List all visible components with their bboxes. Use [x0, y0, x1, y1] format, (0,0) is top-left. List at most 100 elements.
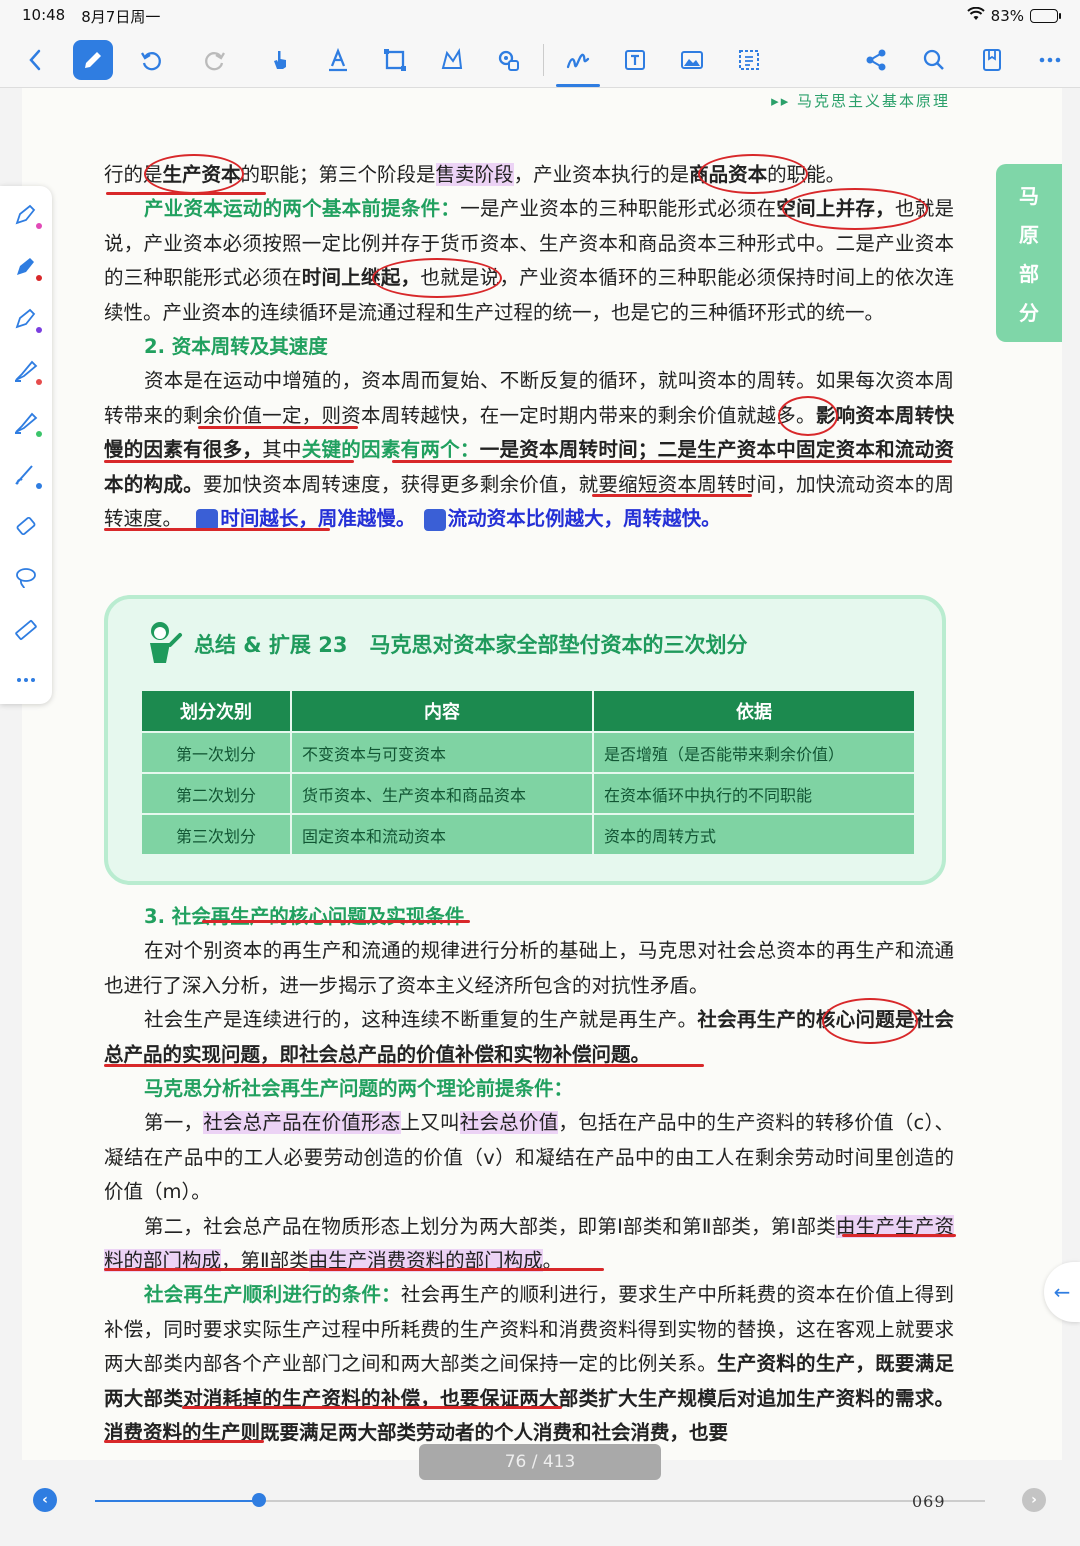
chevron-left-icon: [29, 49, 41, 71]
text-run: 其中: [262, 438, 302, 462]
color-dot: [36, 431, 42, 437]
ink-underline: [104, 460, 354, 463]
table-row: 第一次划分 不变资本与可变资本 是否增殖（是否能带来剩余价值）: [142, 733, 914, 772]
ink-circle: [144, 154, 244, 194]
running-head: ▸▸ 马克思主义基本原理: [771, 92, 950, 110]
share-icon: [866, 49, 886, 71]
more-options-button[interactable]: [1030, 40, 1070, 80]
table-cell: 资本的周转方式: [594, 815, 914, 854]
lasso-icon: [16, 568, 36, 589]
paragraph: 社会再生产顺利进行的条件：社会再生产的顺利进行，要求生产中所耗费的资本在价值上得…: [104, 1278, 954, 1450]
redo-button[interactable]: [195, 40, 235, 80]
squiggle-icon: [566, 53, 590, 69]
book-icon: [983, 49, 1001, 71]
page-indicator: 76 / 413: [419, 1444, 661, 1480]
toolbar-divider: [543, 44, 544, 76]
color-dot: [36, 223, 42, 229]
ruler-tool[interactable]: [8, 612, 44, 648]
prev-page-button[interactable]: ‹: [33, 1488, 57, 1512]
chevron-left-icon: ‹: [42, 1492, 48, 1508]
ink-underline: [198, 426, 358, 429]
section-heading: 2. 资本周转及其速度: [144, 335, 328, 359]
shape-tool-button[interactable]: [375, 40, 415, 80]
pen-palette: [0, 186, 52, 704]
ink-underline: [202, 920, 470, 923]
highlighter-tool[interactable]: [8, 352, 44, 388]
back-button[interactable]: [16, 40, 56, 80]
eraser-tool[interactable]: [8, 508, 44, 544]
ink-underline: [182, 1406, 562, 1409]
table-row: 第二次划分 货币资本、生产资本和商品资本 在资本循环中执行的不同职能: [142, 774, 914, 813]
more-tools-button[interactable]: [8, 662, 44, 698]
green-heading: 社会再生产顺利进行的条件：: [144, 1283, 401, 1307]
brush-tool[interactable]: [8, 456, 44, 492]
slider-progress: [95, 1500, 259, 1502]
arrow-left-icon: ←: [1053, 1280, 1071, 1304]
pen-tool-button[interactable]: [73, 40, 113, 80]
table-cell: 是否增殖（是否能带来剩余价值）: [594, 733, 914, 772]
ink-underline: [104, 528, 330, 531]
document-page[interactable]: ▸▸ 马克思主义基本原理 马 原 部 分 行的是生产资本的职能；第三个阶段是售卖…: [22, 88, 1062, 1460]
pencil-tool[interactable]: [8, 300, 44, 336]
ink-underline: [592, 494, 752, 497]
ink-circle: [778, 396, 838, 436]
select-area-button[interactable]: [729, 40, 769, 80]
image-insert-button[interactable]: [672, 40, 712, 80]
search-icon: [923, 49, 944, 70]
thumb-tab-char: 分: [1019, 301, 1039, 325]
undo-button[interactable]: [131, 40, 171, 80]
bookmark-button[interactable]: [972, 40, 1012, 80]
column-header: 划分次别: [142, 691, 290, 731]
ink-circle: [822, 998, 918, 1044]
ink-underline: [106, 192, 266, 195]
lasso-tool[interactable]: [8, 560, 44, 596]
highlighted-text: 社会总产品在价值形态: [203, 1111, 401, 1135]
undo-icon: [141, 52, 161, 71]
text-highlight-button[interactable]: [318, 40, 358, 80]
wifi-icon: [966, 6, 985, 25]
table-row: 第三次划分 固定资本和流动资本 资本的周转方式: [142, 815, 914, 854]
top-toolbar: [0, 32, 1080, 88]
gear-icon: [498, 50, 519, 71]
ballpoint-pen-tool[interactable]: [8, 248, 44, 284]
next-page-button[interactable]: ›: [1022, 1488, 1046, 1512]
table-cell: 在资本循环中执行的不同职能: [594, 774, 914, 813]
page-slider[interactable]: [95, 1500, 985, 1502]
ink-circle: [372, 258, 502, 298]
section-heading: 3. 社会再生产的核心问题及实现条件: [144, 905, 465, 928]
share-button[interactable]: [856, 40, 896, 80]
text-run: 第二，社会总产品在物质形态上划分为两大部类，即第Ⅰ部类和第Ⅱ部类，第Ⅰ部类: [144, 1214, 836, 1238]
section-thumb-tab: 马 原 部 分: [996, 164, 1062, 342]
note-number-badge: 2: [423, 509, 475, 532]
text-run: 第一，: [144, 1111, 204, 1135]
text-box-button[interactable]: [615, 40, 655, 80]
fountain-pen-tool[interactable]: [8, 196, 44, 232]
mascot-icon: [150, 622, 182, 663]
freehand-button[interactable]: [558, 40, 598, 80]
ink-underline: [392, 460, 952, 463]
green-heading: 关键的因素有两个：: [301, 438, 480, 462]
text-block-bottom: 3. 社会再生产的核心问题及实现条件 在对个别资本的再生产和流通的规律进行分析的…: [104, 900, 954, 1451]
ink-underline: [104, 1440, 264, 1443]
text-run: 一是产业资本的三种职能形式必须在: [460, 197, 777, 221]
summary-box: 总结 & 扩展 23 马克思对资本家全部垫付资本的三次划分 划分次别 内容 依据…: [104, 595, 946, 885]
battery-icon: [1030, 9, 1061, 23]
polygon-icon: [441, 47, 463, 69]
summary-table: 划分次别 内容 依据 第一次划分 不变资本与可变资本 是否增殖（是否能带来剩余价…: [140, 689, 916, 856]
table-cell: 第二次划分: [142, 774, 290, 813]
battery-percent: 83%: [990, 7, 1024, 25]
highlighter-tool[interactable]: [8, 404, 44, 440]
slider-handle[interactable]: [251, 1493, 266, 1507]
paragraph: 第一，社会总产品在价值形态上又叫社会总价值，包括在产品中的生产资料的转移价值（c…: [104, 1106, 954, 1209]
search-button[interactable]: [914, 40, 954, 80]
rectangle-icon: [384, 49, 406, 71]
thumb-tab-char: 马: [1019, 184, 1039, 208]
tool-settings-button[interactable]: [488, 40, 528, 80]
lasso-shape-button[interactable]: [432, 40, 472, 80]
green-heading: 产业资本运动的两个基本前提条件：: [144, 197, 461, 221]
ruler-icon: [15, 620, 37, 640]
table-cell: 货币资本、生产资本和商品资本: [292, 774, 592, 813]
hand-tool-button[interactable]: [260, 40, 300, 80]
ink-circle: [698, 154, 808, 194]
text-box-icon: [625, 50, 645, 70]
